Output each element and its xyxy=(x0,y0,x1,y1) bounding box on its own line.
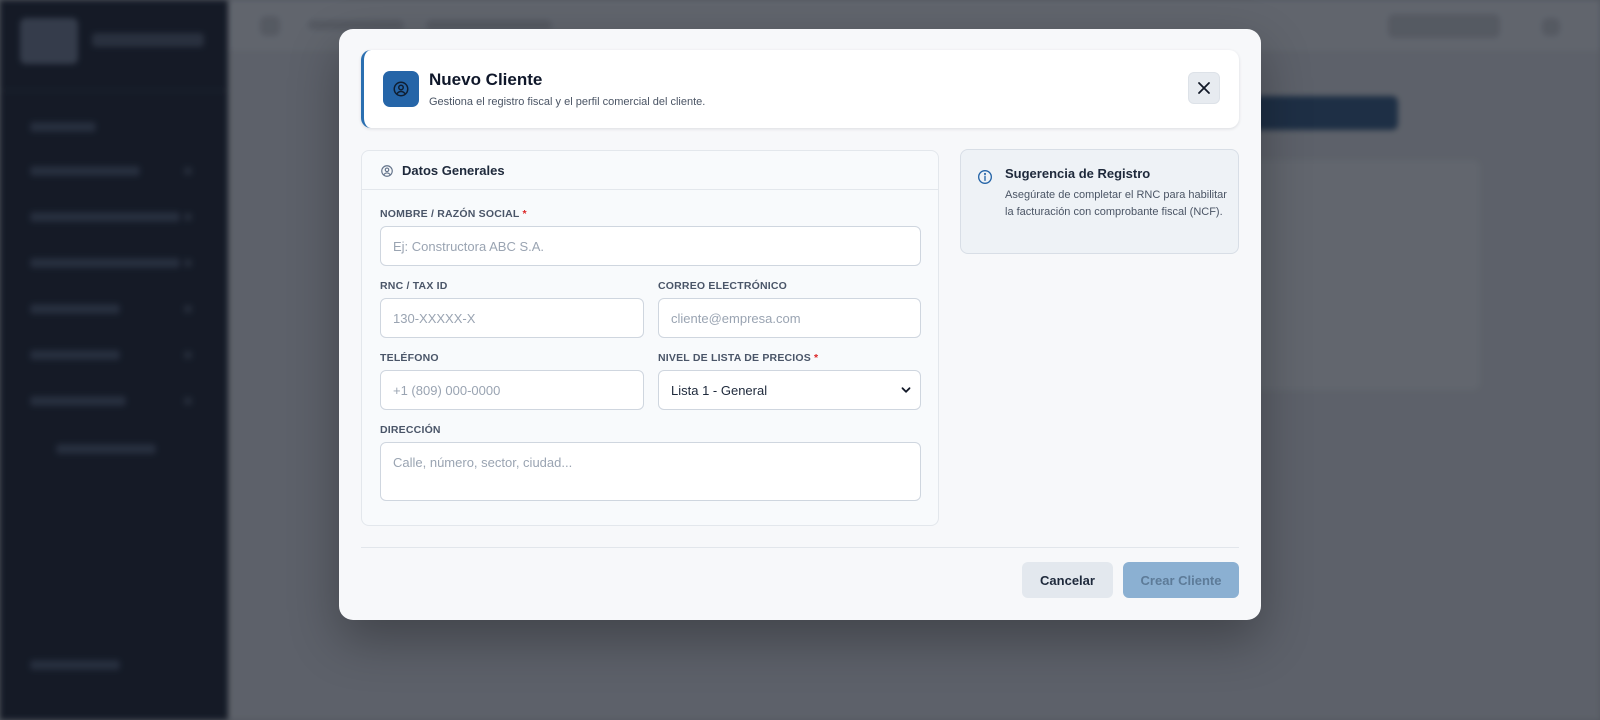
modal-title: Nuevo Cliente xyxy=(429,70,543,89)
price-list-label-text: NIVEL DE LISTA DE PRECIOS xyxy=(658,352,811,364)
phone-label: TELÉFONO xyxy=(380,352,439,364)
modal-subtitle: Gestiona el registro fiscal y el perfil … xyxy=(429,96,706,108)
address-label: DIRECCIÓN xyxy=(380,424,441,436)
name-label-text: NOMBRE / RAZÓN SOCIAL xyxy=(380,208,520,220)
general-data-header: Datos Generales xyxy=(362,151,938,190)
required-marker: * xyxy=(814,352,819,364)
email-label: CORREO ELECTRÓNICO xyxy=(658,280,788,292)
close-icon xyxy=(1198,82,1210,94)
email-input[interactable] xyxy=(658,298,921,338)
tip-title: Sugerencia de Registro xyxy=(1005,166,1151,181)
rnc-label: RNC / TAX ID xyxy=(380,280,448,292)
name-input[interactable] xyxy=(380,226,921,266)
rnc-input[interactable] xyxy=(380,298,644,338)
info-icon xyxy=(978,170,992,184)
user-circle-icon xyxy=(383,71,419,107)
price-list-select[interactable]: Lista 1 - General xyxy=(658,370,921,410)
close-button[interactable] xyxy=(1188,72,1220,104)
price-list-label: NIVEL DE LISTA DE PRECIOS * xyxy=(658,352,818,364)
required-marker: * xyxy=(522,208,527,220)
registration-tip-card: Sugerencia de Registro Asegúrate de comp… xyxy=(960,149,1239,254)
modal-header: Nuevo Cliente Gestiona el registro fisca… xyxy=(361,50,1239,128)
price-list-selected: Lista 1 - General xyxy=(671,382,768,398)
cancel-button[interactable]: Cancelar xyxy=(1022,562,1113,598)
user-circle-icon xyxy=(381,165,393,177)
name-label: NOMBRE / RAZÓN SOCIAL * xyxy=(380,208,527,220)
new-client-modal: Nuevo Cliente Gestiona el registro fisca… xyxy=(339,29,1261,620)
tip-text: Asegúrate de completar el RNC para habil… xyxy=(1005,189,1227,218)
create-client-button[interactable]: Crear Cliente xyxy=(1123,562,1239,598)
chevron-down-icon xyxy=(901,387,911,393)
phone-input[interactable] xyxy=(380,370,644,410)
footer-divider xyxy=(361,547,1239,548)
address-textarea[interactable] xyxy=(380,442,921,501)
section-title: Datos Generales xyxy=(402,163,505,178)
general-data-card: Datos Generales NOMBRE / RAZÓN SOCIAL* R… xyxy=(361,150,939,526)
